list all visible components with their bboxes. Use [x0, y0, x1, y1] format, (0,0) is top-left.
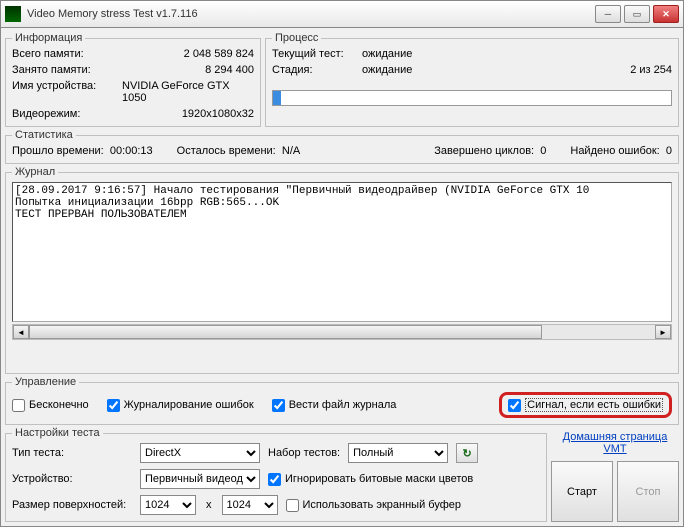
signal-highlight: Сигнал, если есть ошибки — [499, 392, 672, 418]
current-test-label: Текущий тест: — [272, 48, 362, 60]
test-set-select[interactable]: Полный — [348, 443, 448, 463]
info-group: Информация Всего памяти: 2 048 589 824 З… — [5, 32, 261, 127]
test-type-label: Тип теста: — [12, 447, 132, 459]
settings-group: Настройки теста Тип теста: DirectX Набор… — [5, 427, 547, 522]
control-group: Управление Бесконечно Журналирование оши… — [5, 376, 679, 425]
stop-button[interactable]: Стоп — [617, 461, 679, 522]
scroll-right-icon[interactable]: ► — [655, 325, 671, 339]
refresh-button[interactable]: ↻ — [456, 443, 478, 463]
cycles-value: 0 — [540, 145, 546, 157]
minimize-button[interactable]: ─ — [595, 5, 621, 23]
window-title: Video Memory stress Test v1.7.116 — [27, 8, 595, 20]
signal-checkbox[interactable]: Сигнал, если есть ошибки — [508, 398, 663, 412]
used-mem-label: Занято памяти: — [12, 64, 122, 76]
stats-group: Статистика Прошло времени: 00:00:13 Оста… — [5, 129, 679, 164]
remain-label: Осталось времени: — [177, 145, 276, 157]
control-legend: Управление — [12, 376, 79, 388]
device-name-label: Имя устройства: — [12, 80, 122, 104]
stage-label: Стадия: — [272, 64, 362, 76]
device-label: Устройство: — [12, 473, 132, 485]
device-select[interactable]: Первичный видеод — [140, 469, 260, 489]
infinite-checkbox[interactable]: Бесконечно — [12, 399, 89, 412]
scroll-thumb[interactable] — [29, 325, 542, 339]
settings-legend: Настройки теста — [12, 427, 103, 439]
device-name-value: NVIDIA GeForce GTX 1050 — [122, 80, 254, 104]
total-mem-label: Всего памяти: — [12, 48, 122, 60]
homepage-link[interactable]: Домашняя страница VMT — [551, 429, 679, 457]
ignore-masks-checkbox[interactable]: Игнорировать битовые маски цветов — [268, 473, 473, 486]
scroll-left-icon[interactable]: ◄ — [13, 325, 29, 339]
cycles-label: Завершено циклов: — [434, 145, 534, 157]
log-file-checkbox[interactable]: Вести файл журнала — [272, 399, 397, 412]
window-buttons: ─ ▭ ✕ — [595, 5, 679, 23]
offscreen-checkbox[interactable]: Использовать экранный буфер — [286, 499, 462, 512]
progress-counter: 2 из 254 — [612, 64, 672, 76]
log-hscrollbar[interactable]: ◄ ► — [12, 324, 672, 340]
video-mode-label: Видеорежим: — [12, 108, 122, 120]
test-type-select[interactable]: DirectX — [140, 443, 260, 463]
test-set-label: Набор тестов: — [268, 447, 340, 459]
errors-value: 0 — [666, 145, 672, 157]
remain-value: N/A — [282, 145, 300, 157]
surface-size-label: Размер поверхностей: — [12, 499, 132, 511]
stats-legend: Статистика — [12, 129, 76, 141]
process-group: Процесс Текущий тест: ожидание Стадия: о… — [265, 32, 679, 127]
x-separator: x — [204, 499, 214, 511]
surface-height-select[interactable]: 1024 — [222, 495, 278, 515]
log-textarea[interactable]: [28.09.2017 9:16:57] Начало тестирования… — [12, 182, 672, 322]
start-button[interactable]: Старт — [551, 461, 613, 522]
log-errors-checkbox[interactable]: Журналирование ошибок — [107, 399, 254, 412]
app-icon — [5, 6, 21, 22]
used-mem-value: 8 294 400 — [122, 64, 254, 76]
client-area: Информация Всего памяти: 2 048 589 824 З… — [0, 28, 684, 527]
errors-label: Найдено ошибок: — [570, 145, 659, 157]
maximize-button[interactable]: ▭ — [624, 5, 650, 23]
elapsed-value: 00:00:13 — [110, 145, 153, 157]
video-mode-value: 1920x1080x32 — [122, 108, 254, 120]
log-group: Журнал [28.09.2017 9:16:57] Начало тести… — [5, 166, 679, 374]
log-legend: Журнал — [12, 166, 58, 178]
current-test-value: ожидание — [362, 48, 612, 60]
surface-width-select[interactable]: 1024 — [140, 495, 196, 515]
progress-bar — [272, 90, 672, 106]
elapsed-label: Прошло времени: — [12, 145, 104, 157]
process-legend: Процесс — [272, 32, 321, 44]
total-mem-value: 2 048 589 824 — [122, 48, 254, 60]
refresh-icon: ↻ — [463, 447, 472, 460]
title-bar: Video Memory stress Test v1.7.116 ─ ▭ ✕ — [0, 0, 684, 28]
stage-value: ожидание — [362, 64, 612, 76]
info-legend: Информация — [12, 32, 85, 44]
close-button[interactable]: ✕ — [653, 5, 679, 23]
